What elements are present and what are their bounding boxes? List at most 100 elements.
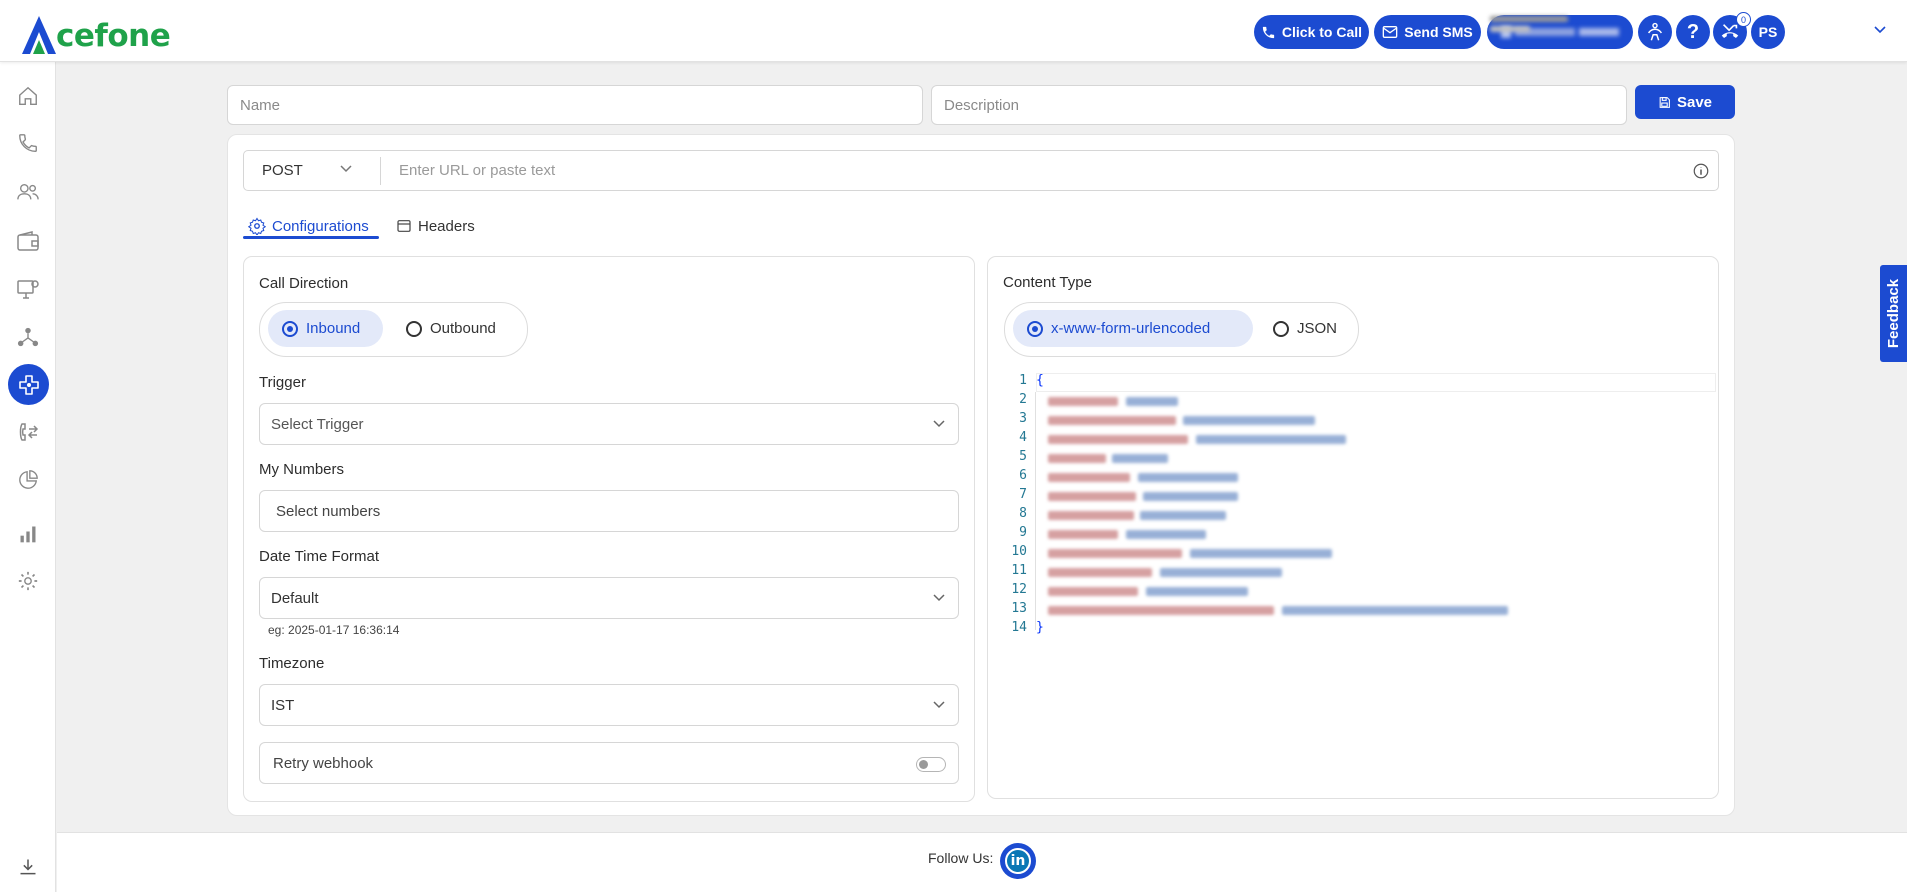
redacted-json-key [1048,549,1182,558]
retry-webhook-row: Retry webhook [259,742,959,784]
my-numbers-select[interactable]: Select numbers [259,490,959,532]
line-number: 2 [1019,392,1027,407]
home-icon [19,86,37,105]
payload-editor[interactable]: 1 { 2 3 4 5 6 7 8 9 10 11 12 13 14} [988,372,1718,780]
method-select[interactable]: POST [262,162,303,179]
sidebar-item-monitor[interactable] [13,274,43,304]
redacted-json-key [1048,492,1136,501]
redacted-json-value [1138,473,1238,482]
user-avatar[interactable]: PS [1751,15,1785,49]
save-icon [1659,96,1670,108]
tab-headers[interactable]: Headers [396,212,475,240]
phone-icon [1262,26,1275,38]
sidebar-item-download[interactable] [13,852,43,882]
radio-selected-icon [1027,320,1043,337]
radio-outbound[interactable]: Outbound [392,310,522,347]
tab-configurations-label: Configurations [272,217,369,235]
phone-walk-icon [1647,22,1663,41]
sidebar-item-wallet[interactable] [13,226,43,256]
redacted-json-key [1048,397,1118,406]
redacted-json-value [1146,587,1248,596]
date-format-label: Date Time Format [259,548,380,565]
json-close-brace: } [1036,620,1044,635]
radio-x-www-form-urlencoded[interactable]: x-www-form-urlencoded [1013,310,1253,347]
user-menu-chevron-icon[interactable] [1874,25,1886,35]
retry-webhook-toggle[interactable] [916,757,946,772]
info-icon[interactable] [1692,162,1710,180]
my-numbers-label: My Numbers [259,461,345,478]
redacted-json-key [1048,587,1138,596]
url-input[interactable]: Enter URL or paste text [399,162,555,179]
editor-line: 8 [988,506,1718,525]
redacted-json-key [1048,530,1118,539]
editor-line: 9 [988,525,1718,544]
sidebar-item-call-forward[interactable] [13,417,43,447]
editor-line: 1 { [988,373,1718,392]
redacted-json-key [1048,416,1176,425]
date-format-select[interactable]: Default [259,577,959,619]
chevron-down-icon [933,701,945,709]
editor-line: 2 [988,392,1718,411]
timezone-value: IST [271,696,295,714]
line-number: 13 [1011,601,1027,616]
redacted-json-key [1048,473,1130,482]
save-button[interactable]: Save [1635,85,1735,119]
redacted-user-name[interactable] [1490,16,1572,44]
top-header: cefone Click to Call Send SMS ? 0 PS [0,0,1907,62]
chevron-down-icon[interactable] [339,164,353,174]
sidebar-item-analytics[interactable] [13,519,43,549]
radio-inbound-label: Inbound [306,320,361,337]
radio-unselected-icon [406,320,422,337]
redacted-json-value [1126,397,1178,406]
sidebar-item-reports[interactable] [13,465,43,495]
editor-line: 4 [988,430,1718,449]
line-number: 5 [1019,449,1027,464]
avatar-initials: PS [1758,24,1778,40]
monitor-settings-icon [17,280,39,299]
line-number: 6 [1019,468,1027,483]
redacted-json-key [1048,606,1274,615]
redacted-json-key [1048,454,1106,463]
timezone-select[interactable]: IST [259,684,959,726]
feedback-tab[interactable]: Feedback [1880,265,1907,362]
missed-calls-button[interactable]: 0 [1713,12,1751,49]
trigger-value: Select Trigger [271,415,364,433]
redacted-json-value [1183,416,1315,425]
sidebar-item-calls[interactable] [13,128,43,158]
sidebar [0,62,56,892]
sidebar-item-home[interactable] [13,81,43,111]
redacted-json-value [1282,606,1508,615]
click-to-call-label: Click to Call [1281,24,1363,40]
window-icon [397,220,411,232]
help-button[interactable]: ? [1676,15,1710,49]
acefone-logo[interactable]: cefone [20,4,171,56]
save-label: Save [1676,93,1713,111]
send-sms-button[interactable]: Send SMS [1374,15,1481,49]
radio-inbound[interactable]: Inbound [268,310,383,347]
radio-urlencoded-label: x-www-form-urlencoded [1051,320,1211,337]
name-input[interactable]: Name [227,85,923,125]
linkedin-link[interactable]: in [1000,843,1036,879]
sidebar-item-network[interactable] [13,322,43,352]
trigger-select[interactable]: Select Trigger [259,403,959,445]
help-icon: ? [1686,20,1700,43]
users-icon [17,183,39,200]
retry-webhook-label: Retry webhook [273,754,374,772]
sidebar-item-contacts[interactable] [13,177,43,207]
call-direction-group: Inbound Outbound [259,302,528,357]
json-open-brace: { [1036,373,1044,388]
line-number: 3 [1019,411,1027,426]
line-number: 10 [1011,544,1027,559]
redacted-json-value [1190,549,1332,558]
mail-icon [1382,26,1398,38]
click-to-call-button[interactable]: Click to Call [1254,15,1369,49]
radio-json[interactable]: JSON [1259,310,1349,347]
sidebar-item-settings[interactable] [13,566,43,596]
sidebar-item-integrations[interactable] [8,364,49,405]
logo-a-mark [20,14,58,56]
line-number: 9 [1019,525,1027,540]
editor-line: 11 [988,563,1718,582]
agent-status-button[interactable] [1638,15,1672,49]
content-type-label: Content Type [1003,274,1092,291]
description-input[interactable]: Description [931,85,1627,125]
